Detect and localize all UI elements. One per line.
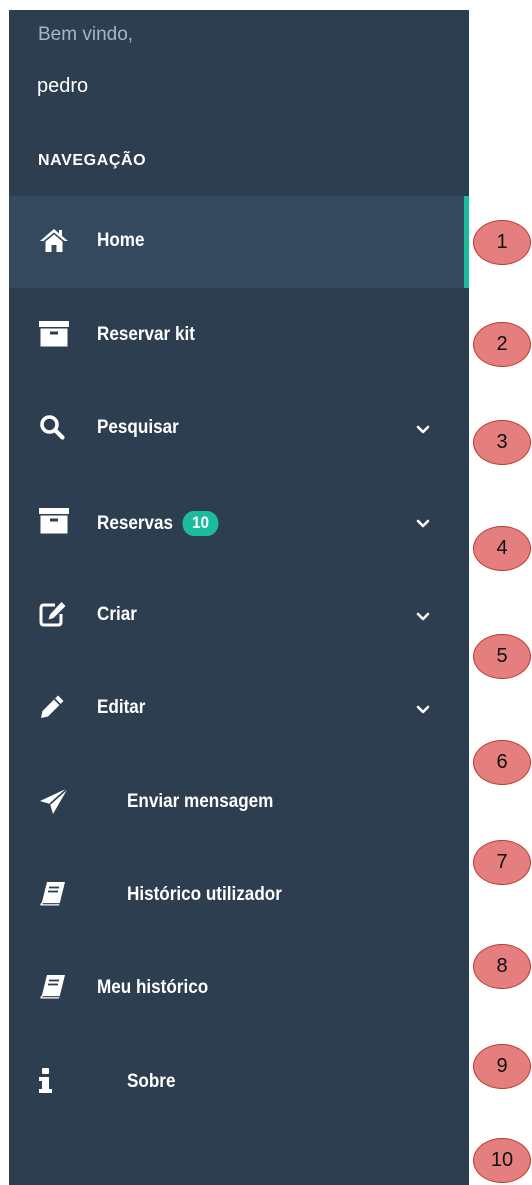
book-icon xyxy=(39,971,71,1003)
nav-item-enviar-mensagem[interactable]: Enviar mensagem xyxy=(9,757,469,849)
info-icon xyxy=(39,1065,71,1097)
callout-1: 1 xyxy=(473,220,531,265)
nav-item-pesquisar[interactable]: Pesquisar xyxy=(9,383,469,475)
nav-label-reservar-kit: Reservar kit xyxy=(97,324,195,345)
nav-label-sobre: Sobre xyxy=(127,1071,176,1092)
reservas-label-text: Reservas xyxy=(97,513,174,534)
callout-7: 7 xyxy=(473,840,531,885)
callout-3: 3 xyxy=(473,420,531,465)
callout-6: 6 xyxy=(473,740,531,785)
callout-9: 9 xyxy=(473,1044,531,1089)
nav-label-home: Home xyxy=(97,230,145,251)
reservas-count-badge: 10 xyxy=(182,511,219,536)
nav-label-reservas: Reservas 10 xyxy=(97,511,219,536)
home-icon xyxy=(39,224,71,256)
nav-label-criar: Criar xyxy=(97,604,137,625)
callout-5: 5 xyxy=(473,634,531,679)
archive-icon xyxy=(39,318,71,350)
paper-plane-icon xyxy=(39,785,71,817)
nav-item-reservar-kit[interactable]: Reservar kit xyxy=(9,290,469,382)
sidebar: Bem vindo, pedro NAVEGAÇÃO Home Reservar… xyxy=(9,10,469,1185)
nav-item-meu-historico[interactable]: Meu histórico xyxy=(9,943,469,1035)
edit-square-icon xyxy=(39,598,71,630)
callout-2: 2 xyxy=(473,322,531,367)
pencil-icon xyxy=(39,691,71,723)
archive-icon xyxy=(39,505,71,537)
callout-10: 10 xyxy=(473,1138,531,1183)
callout-4: 4 xyxy=(473,526,531,571)
welcome-text: Bem vindo, xyxy=(38,24,134,45)
chevron-down-icon[interactable] xyxy=(416,423,430,437)
nav-item-criar[interactable]: Criar xyxy=(9,570,469,662)
nav-item-editar[interactable]: Editar xyxy=(9,663,469,755)
nav-label-editar: Editar xyxy=(97,697,146,718)
nav-item-home[interactable]: Home xyxy=(9,196,469,288)
chevron-down-icon[interactable] xyxy=(416,517,430,531)
nav-label-historico-utilizador: Histórico utilizador xyxy=(127,884,282,905)
nav-item-sobre[interactable]: Sobre xyxy=(9,1037,469,1129)
callout-8: 8 xyxy=(473,944,531,989)
nav-label-enviar-mensagem: Enviar mensagem xyxy=(127,791,274,812)
nav-label-pesquisar: Pesquisar xyxy=(97,417,179,438)
nav-label-meu-historico: Meu histórico xyxy=(97,977,209,998)
search-icon xyxy=(39,411,71,443)
book-icon xyxy=(39,878,71,910)
username: pedro xyxy=(37,75,89,97)
nav-section-title: NAVEGAÇÃO xyxy=(38,152,147,169)
nav-item-historico-utilizador[interactable]: Histórico utilizador xyxy=(9,850,469,942)
nav-item-reservas[interactable]: Reservas 10 xyxy=(9,477,469,569)
chevron-down-icon[interactable] xyxy=(416,703,430,717)
chevron-down-icon[interactable] xyxy=(416,610,430,624)
